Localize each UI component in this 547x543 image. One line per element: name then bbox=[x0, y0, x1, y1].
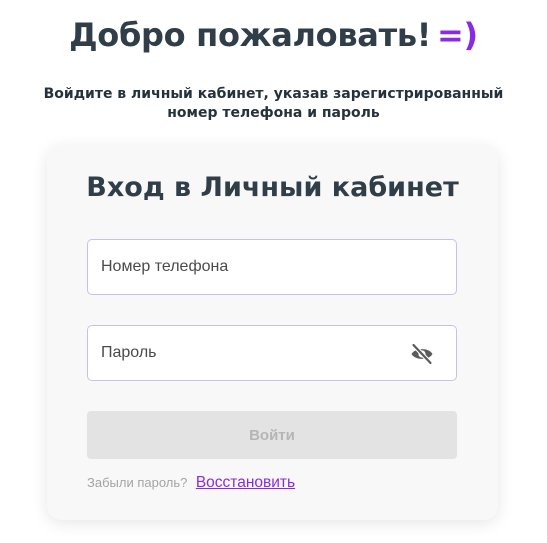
login-page: Добро пожаловать! =) Войдите в личный каб… bbox=[0, 0, 547, 543]
login-button[interactable]: Войти bbox=[87, 411, 457, 459]
restore-password-link[interactable]: Восстановить bbox=[196, 474, 295, 491]
eye-slash-icon[interactable] bbox=[410, 342, 434, 366]
forgot-password-row: Забыли пароль? Восстановить bbox=[87, 474, 457, 492]
phone-input[interactable] bbox=[88, 240, 456, 294]
phone-field bbox=[87, 239, 457, 295]
password-input[interactable] bbox=[88, 326, 456, 380]
welcome-heading: Добро пожаловать! =) bbox=[0, 16, 547, 54]
smile-logo: =) bbox=[437, 16, 478, 54]
login-card: Вход в Личный кабинет Войти Забыли парол… bbox=[47, 146, 498, 520]
forgot-password-text: Забыли пароль? bbox=[87, 475, 188, 490]
welcome-text: Добро пожаловать! bbox=[69, 16, 432, 54]
password-field bbox=[87, 325, 457, 381]
login-card-title: Вход в Личный кабинет bbox=[86, 172, 459, 203]
welcome-subtitle: Войдите в личный кабинет, указав зарегис… bbox=[43, 86, 504, 121]
